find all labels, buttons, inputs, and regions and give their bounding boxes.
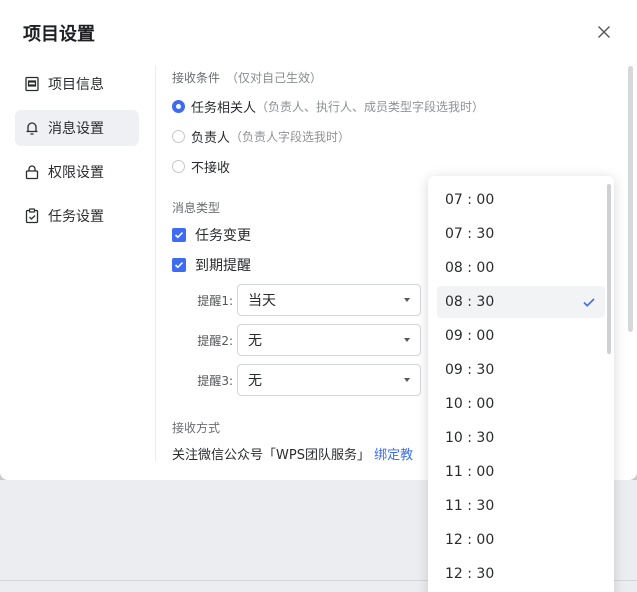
time-option[interactable]: 11 : 00 — [437, 456, 605, 488]
sidebar-item-task-settings[interactable]: 任务设置 — [15, 198, 139, 234]
sidebar-item-message-settings[interactable]: 消息设置 — [15, 110, 139, 146]
checkmark-icon — [174, 232, 184, 239]
checkbox-checked[interactable] — [172, 258, 186, 272]
reminder-row-1: 提醒1: 当天 — [172, 284, 421, 316]
settings-sidebar: 项目信息 消息设置 权限设置 任务设置 — [15, 66, 139, 242]
sidebar-item-label: 消息设置 — [48, 121, 104, 137]
reminder-label: 提醒2: — [197, 333, 233, 348]
bind-tutorial-link[interactable]: 绑定教 — [374, 448, 413, 461]
clipboard-check-icon — [24, 208, 40, 224]
checkbox-checked[interactable] — [172, 228, 186, 242]
radio-label: 不接收 — [191, 160, 231, 176]
time-option[interactable]: 12 : 30 — [437, 558, 605, 590]
checkbox-due-reminder[interactable]: 到期提醒 — [172, 255, 251, 275]
lock-icon — [24, 164, 40, 180]
message-types-label: 消息类型 — [172, 201, 221, 215]
sidebar-item-label: 项目信息 — [48, 77, 104, 93]
checkbox-task-change[interactable]: 任务变更 — [172, 225, 251, 245]
checkmark-icon — [583, 298, 595, 307]
dialog-title: 项目设置 — [23, 24, 95, 45]
time-option[interactable]: 12 : 00 — [437, 524, 605, 556]
close-button[interactable] — [596, 24, 612, 40]
reminder-1-select[interactable]: 当天 — [237, 284, 421, 316]
radio-button[interactable] — [172, 159, 185, 173]
time-option-selected[interactable]: 08 : 30 — [437, 286, 605, 318]
time-dropdown-menu: 07 : 00 07 : 30 08 : 00 08 : 30 09 : 00 … — [428, 176, 614, 592]
checkmark-icon — [174, 262, 184, 269]
select-value: 无 — [248, 333, 262, 349]
caret-down-icon — [404, 338, 410, 342]
section-hint: （仅对自己生效） — [226, 71, 323, 85]
sidebar-item-label: 权限设置 — [48, 165, 104, 181]
select-value: 无 — [248, 373, 262, 389]
caret-down-icon — [404, 378, 410, 382]
time-option[interactable]: 11 : 30 — [437, 490, 605, 522]
time-option[interactable]: 09 : 30 — [437, 354, 605, 386]
reminder-label: 提醒3: — [197, 373, 233, 388]
reminder-3-select[interactable]: 无 — [237, 364, 421, 396]
sidebar-item-project-info[interactable]: 项目信息 — [15, 66, 139, 102]
radio-button-checked[interactable] — [172, 99, 185, 113]
info-card-icon — [24, 76, 40, 92]
sidebar-item-label: 任务设置 — [48, 209, 104, 225]
radio-label: 任务相关人 — [191, 100, 257, 116]
time-option[interactable]: 07 : 30 — [437, 218, 605, 250]
reminder-2-select[interactable]: 无 — [237, 324, 421, 356]
time-option[interactable]: 10 : 00 — [437, 388, 605, 420]
sidebar-divider — [155, 66, 156, 461]
radio-owner[interactable]: 负责人 （负责人字段选我时） — [172, 126, 350, 146]
time-option-label: 08 : 30 — [445, 294, 495, 310]
time-option[interactable]: 09 : 00 — [437, 320, 605, 352]
select-value: 当天 — [248, 293, 276, 309]
receive-method-text: 关注微信公众号「WPS团队服务」 — [172, 448, 370, 461]
section-title: 接收条件 — [172, 71, 221, 85]
close-icon — [598, 26, 610, 38]
time-option[interactable]: 10 : 30 — [437, 422, 605, 454]
receive-method-row: 关注微信公众号「WPS团队服务」 绑定教 — [172, 444, 413, 461]
radio-label: 负责人 — [191, 130, 231, 146]
bell-icon — [24, 120, 40, 136]
sidebar-item-permission-settings[interactable]: 权限设置 — [15, 154, 139, 190]
caret-down-icon — [404, 298, 410, 302]
checkbox-label: 到期提醒 — [195, 258, 251, 274]
reminder-row-3: 提醒3: 无 — [172, 364, 421, 396]
radio-hint: （负责人字段选我时） — [230, 129, 351, 144]
dropdown-scrollbar[interactable] — [607, 184, 611, 354]
panel-scrollbar[interactable] — [628, 66, 633, 332]
time-option[interactable]: 07 : 00 — [437, 184, 605, 216]
checkbox-label: 任务变更 — [195, 228, 251, 244]
receive-method-label: 接收方式 — [172, 421, 221, 435]
reminder-label: 提醒1: — [197, 293, 233, 308]
time-option[interactable]: 08 : 00 — [437, 252, 605, 284]
radio-button[interactable] — [172, 129, 185, 143]
radio-hint: （负责人、执行人、成员类型字段选我时） — [256, 99, 485, 114]
receive-conditions-label: 接收条件 （仅对自己生效） — [172, 69, 322, 86]
reminder-row-2: 提醒2: 无 — [172, 324, 421, 356]
radio-do-not-receive[interactable]: 不接收 — [172, 156, 230, 176]
radio-task-related[interactable]: 任务相关人 （负责人、执行人、成员类型字段选我时） — [172, 96, 484, 116]
